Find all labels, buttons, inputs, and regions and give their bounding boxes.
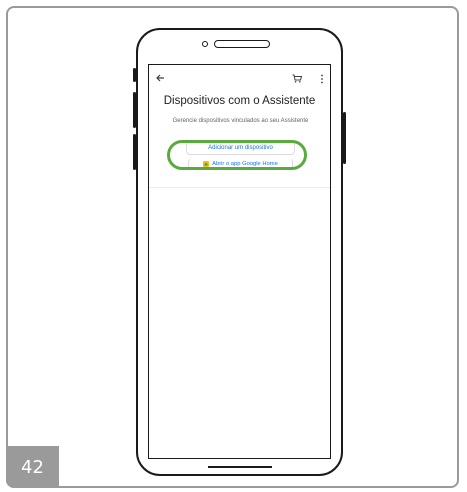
phone-side-button-left-bottom [133,134,136,170]
highlight-circle [167,140,307,170]
back-arrow-icon[interactable] [155,73,165,83]
phone-side-button-left-top [133,68,136,82]
screen-title: Dispositivos com o Assistente [163,95,316,107]
cart-icon[interactable] [292,74,302,83]
app-bar [149,65,330,91]
phone-screen: Dispositivos com o Assistente Gerencie d… [148,64,331,459]
screen-subtitle: Gerencie dispositivos vinculados ao seu … [172,118,309,124]
phone-side-button-right [343,112,346,164]
section-divider [149,187,330,188]
page-number-badge: 42 [6,446,59,488]
phone-frame: Dispositivos com o Assistente Gerencie d… [136,28,343,476]
phone-side-button-left-middle [133,92,136,128]
home-indicator [208,466,272,468]
speaker-bar [214,40,270,48]
more-vert-icon[interactable] [320,74,324,84]
camera-dot [202,41,208,47]
